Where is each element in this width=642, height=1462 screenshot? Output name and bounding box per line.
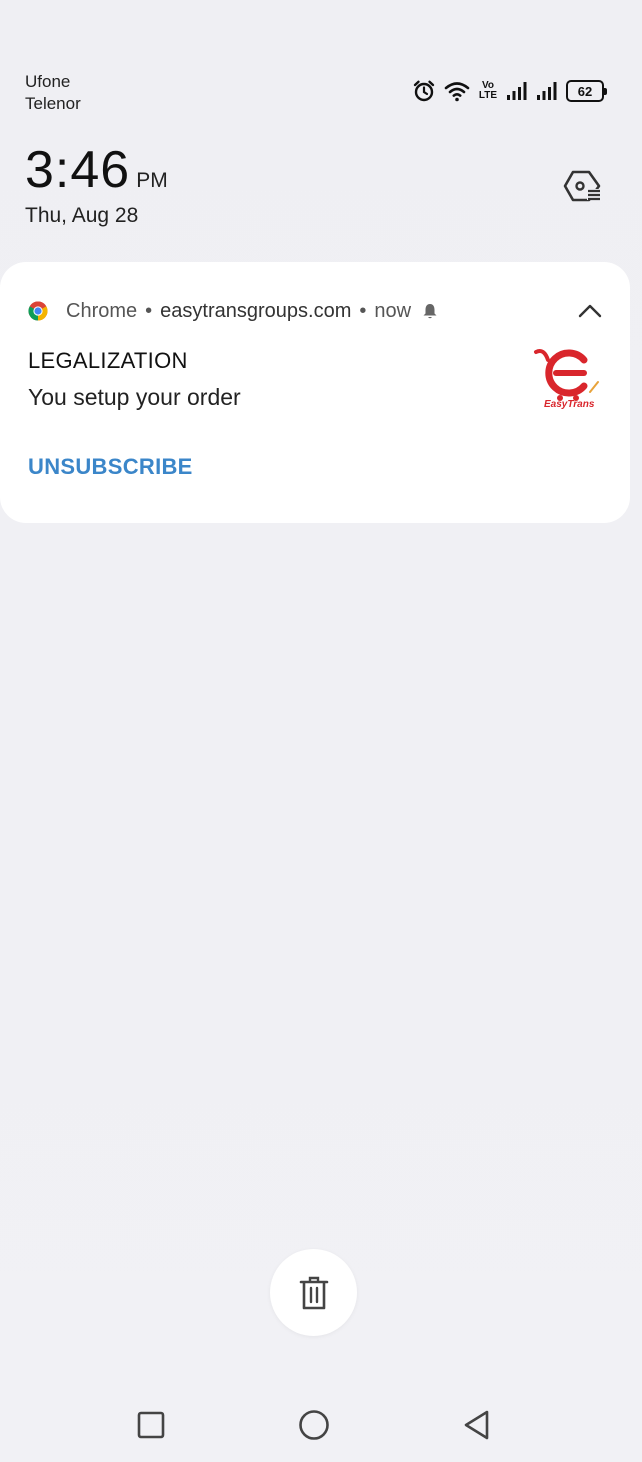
back-button[interactable]	[456, 1408, 496, 1442]
notification-title: LEGALIZATION	[28, 348, 188, 373]
carrier-1: Ufone	[25, 72, 71, 91]
carrier-2: Telenor	[25, 94, 81, 113]
alarm-icon	[412, 79, 436, 103]
home-button[interactable]	[294, 1408, 334, 1442]
chrome-icon	[28, 301, 48, 321]
separator-dot: •	[145, 299, 153, 322]
signal-icon-2	[536, 81, 558, 101]
clock-ampm: PM	[136, 169, 168, 192]
notification-time: now	[374, 299, 412, 322]
carrier-names: Ufone Telenor	[25, 71, 81, 115]
navigation-bar	[0, 1390, 642, 1460]
clock[interactable]: 3:46 PM	[25, 140, 168, 200]
clock-time: 3:46	[25, 141, 131, 199]
unsubscribe-button[interactable]: UNSUBSCRIBE	[28, 454, 193, 480]
battery-icon: 62	[566, 80, 607, 102]
notification-shade: Ufone Telenor Vo LTE 62 3:46 PM Thu, Aug…	[0, 0, 642, 1462]
separator-dot: •	[359, 299, 367, 322]
easytrans-logo: EasyTrans	[530, 340, 602, 412]
date[interactable]: Thu, Aug 28	[25, 204, 138, 228]
bell-icon	[421, 302, 439, 320]
triangle-back-icon	[464, 1410, 489, 1440]
collapse-chevron-up-icon[interactable]	[576, 298, 604, 324]
notification-header: Chrome • easytransgroups.com • now	[28, 298, 439, 324]
square-icon	[137, 1411, 165, 1439]
volte-bottom: LTE	[478, 90, 498, 101]
notification-settings-button[interactable]	[562, 165, 604, 207]
volte-icon: Vo LTE	[478, 81, 498, 101]
wifi-icon	[444, 80, 470, 102]
trash-icon	[299, 1276, 328, 1309]
circle-icon	[299, 1410, 329, 1440]
clear-all-button[interactable]	[270, 1249, 357, 1336]
status-icons: Vo LTE 62	[412, 78, 607, 104]
recents-button[interactable]	[131, 1408, 171, 1442]
signal-icon-1	[506, 81, 528, 101]
logo-text: EasyTrans	[544, 399, 595, 410]
battery-level: 62	[577, 83, 593, 99]
app-name: Chrome	[66, 299, 138, 322]
notification-site: easytransgroups.com	[160, 299, 352, 322]
notification-body: You setup your order	[28, 384, 241, 410]
settings-icon	[563, 170, 601, 202]
